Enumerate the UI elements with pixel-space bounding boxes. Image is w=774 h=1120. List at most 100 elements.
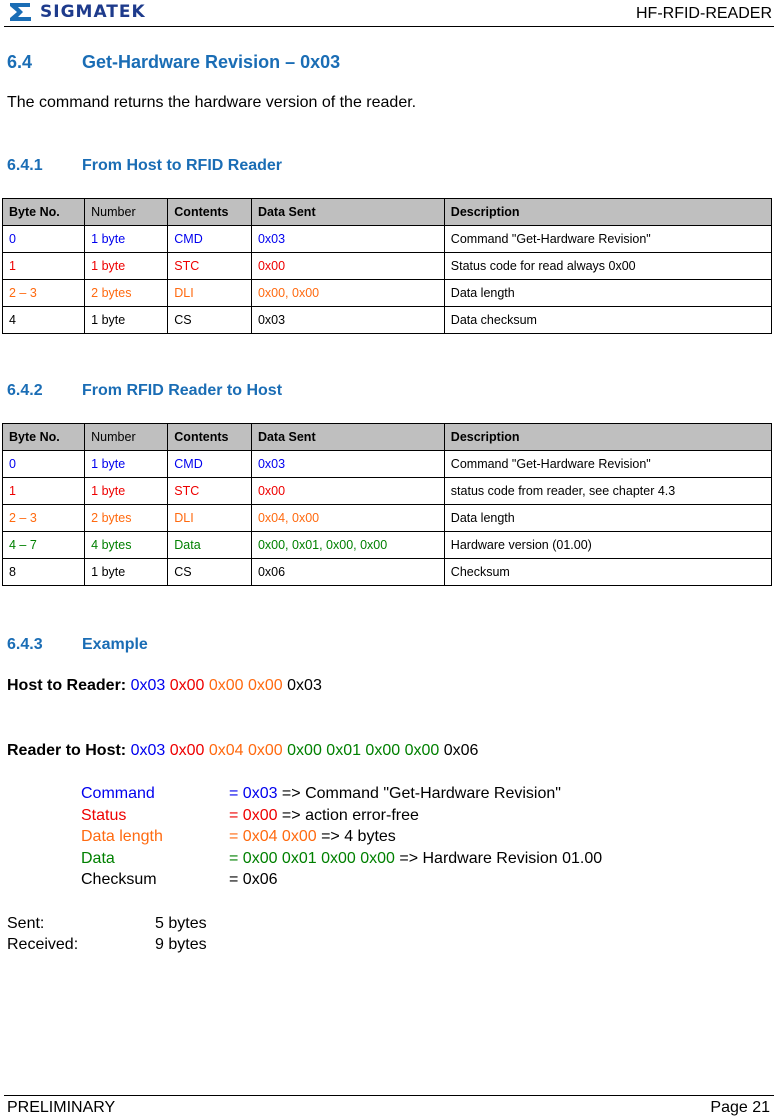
cell-byte-no: 1 [1,252,86,280]
host-to-reader-label: Host to Reader: [7,677,127,694]
host-to-reader-table: Byte No. Number Contents Data Sent Descripti… [1,198,773,334]
subsection-title: Example [82,636,148,653]
subsection-number: 6.4.3 [7,636,43,653]
cell-number: 1 byte [84,450,169,478]
cell-data-sent: 0x03 [250,306,445,334]
cell-contents: STC [167,252,252,280]
column-header-byte-no: Byte No. [1,423,86,451]
column-header-description: Description [443,423,773,451]
brand-name: SIGMATEK [40,2,146,22]
cell-description: Data checksum [443,306,773,334]
cell-description: status code from reader, see chapter 4.3 [443,477,773,505]
sent-value: 5 bytes [155,915,207,932]
cell-description: Hardware version (01.00) [443,531,773,559]
table-row: 81 byte CS 0x06 Checksum [1,558,773,586]
legend-label: Status [81,806,127,824]
cell-contents: CMD [167,450,252,478]
legend-value: = 0x04 0x00 [229,828,317,845]
legend-label: Data length [81,828,163,845]
reader-to-host-label: Reader to Host: [7,742,127,759]
received-count-row: Received: 9 bytes [7,934,207,955]
subsection-heading-reader-to-host: 6.4.2 From RFID Reader to Host [7,382,282,400]
column-header-number: Number [84,198,169,226]
cell-description: Data length [443,504,773,532]
legend-value: = 0x00 0x01 0x00 0x00 [229,849,395,867]
cell-number: 1 byte [84,225,169,253]
legend-row: Command = 0x03 => Command "Get-Hardware R… [81,783,602,805]
cell-data-sent: 0x00 [250,252,445,280]
host-to-reader-bytes: 0x03 0x00 0x00 0x00 0x03 [131,677,322,694]
cell-data-sent: 0x03 [250,225,445,253]
table-row: 4 – 74 bytes Data 0x00, 0x01, 0x00, 0x00 Ha… [1,531,773,559]
legend-meaning: => 4 bytes [316,828,396,845]
table-header-row: Byte No. Number Contents Data Sent Descripti… [1,198,773,226]
cell-number: 2 bytes [84,504,169,532]
page-number: Page 21 [710,1099,770,1116]
byte-value: 0x01 [321,742,361,759]
reader-to-host-bytes: 0x03 0x00 0x04 0x00 0x00 0x01 0x00 0x00 … [131,742,479,759]
cell-number: 1 byte [84,306,169,334]
byte-value: 0x03 [282,677,322,694]
cell-contents: DLI [167,279,252,307]
cell-description: Status code for read always 0x00 [443,252,773,280]
footer-divider [4,1095,774,1096]
table-header-row: Byte No. Number Contents Data Sent Descripti… [1,423,773,451]
cell-byte-no: 1 [1,477,86,505]
cell-number: 2 bytes [84,279,169,307]
table-row: 01 byte CMD 0x03 Command "Get-Hardware Revi… [1,450,773,478]
column-header-byte-no: Byte No. [1,198,86,226]
byte-value: 0x00 [165,742,205,759]
byte-value: 0x06 [439,742,479,759]
cell-data-sent: 0x00, 0x00 [250,279,445,307]
byte-counts: Sent: 5 bytes Received: 9 bytes [7,913,207,955]
document-title: HF-RFID-READER [636,5,772,22]
cell-description: Command "Get-Hardware Revision" [443,225,773,253]
table-row: 2 – 32 bytes DLI 0x04, 0x00 Data length [1,504,773,532]
column-header-data-sent: Data Sent [250,198,445,226]
cell-contents: CMD [167,225,252,253]
subsection-heading-host-to-reader: 6.4.1 From Host to RFID Reader [7,157,282,175]
subsection-title: From Host to RFID Reader [82,157,283,174]
byte-value: 0x04 [204,742,244,759]
subsection-title: From RFID Reader to Host [82,382,283,399]
byte-value: 0x00 [165,677,205,694]
column-header-number: Number [84,423,169,451]
reader-to-host-table: Byte No. Number Contents Data Sent Descripti… [1,423,773,586]
subsection-heading-example: 6.4.3 Example [7,636,148,654]
byte-value: 0x00 [400,742,440,759]
cell-description: Command "Get-Hardware Revision" [443,450,773,478]
column-header-contents: Contents [167,423,252,451]
legend-row: Checksum = 0x06 [81,869,602,891]
footer-status: PRELIMINARY [7,1099,116,1116]
cell-byte-no: 0 [1,450,86,478]
received-label: Received: [7,936,79,953]
cell-byte-no: 2 – 3 [1,279,86,307]
sent-count-row: Sent: 5 bytes [7,913,207,934]
legend-value: = 0x03 [229,785,278,802]
cell-contents: CS [167,558,252,586]
cell-description: Checksum [443,558,773,586]
cell-number: 1 byte [84,252,169,280]
cell-description: Data length [443,279,773,307]
brand-logo: SIGMATEK [10,2,182,22]
column-header-description: Description [443,198,773,226]
cell-byte-no: 4 – 7 [1,531,86,559]
byte-value: 0x00 [360,742,401,759]
cell-data-sent: 0x03 [250,450,445,478]
cell-data-sent: 0x04, 0x00 [250,504,445,532]
table-row: 01 byte CMD 0x03 Command "Get-Hardware Revi… [1,225,773,253]
byte-value: 0x03 [130,677,166,694]
section-number: 6.4 [7,52,33,72]
host-to-reader-example: Host to Reader: 0x03 0x00 0x00 0x00 0x03 [7,677,322,695]
cell-contents: STC [167,477,252,505]
legend-meaning: => Hardware Revision 01.00 [394,849,603,867]
byte-legend: Command = 0x03 => Command "Get-Hardware R… [81,783,602,891]
received-value: 9 bytes [155,936,207,953]
legend-row: Data length = 0x04 0x00 => 4 bytes [81,826,602,848]
byte-value: 0x00 [243,742,283,759]
legend-value: = 0x00 [229,806,278,824]
cell-data-sent: 0x06 [250,558,445,586]
cell-data-sent: 0x00, 0x01, 0x00, 0x00 [250,531,445,559]
byte-value: 0x03 [130,742,166,759]
section-intro: The command returns the hardware version… [7,94,417,111]
